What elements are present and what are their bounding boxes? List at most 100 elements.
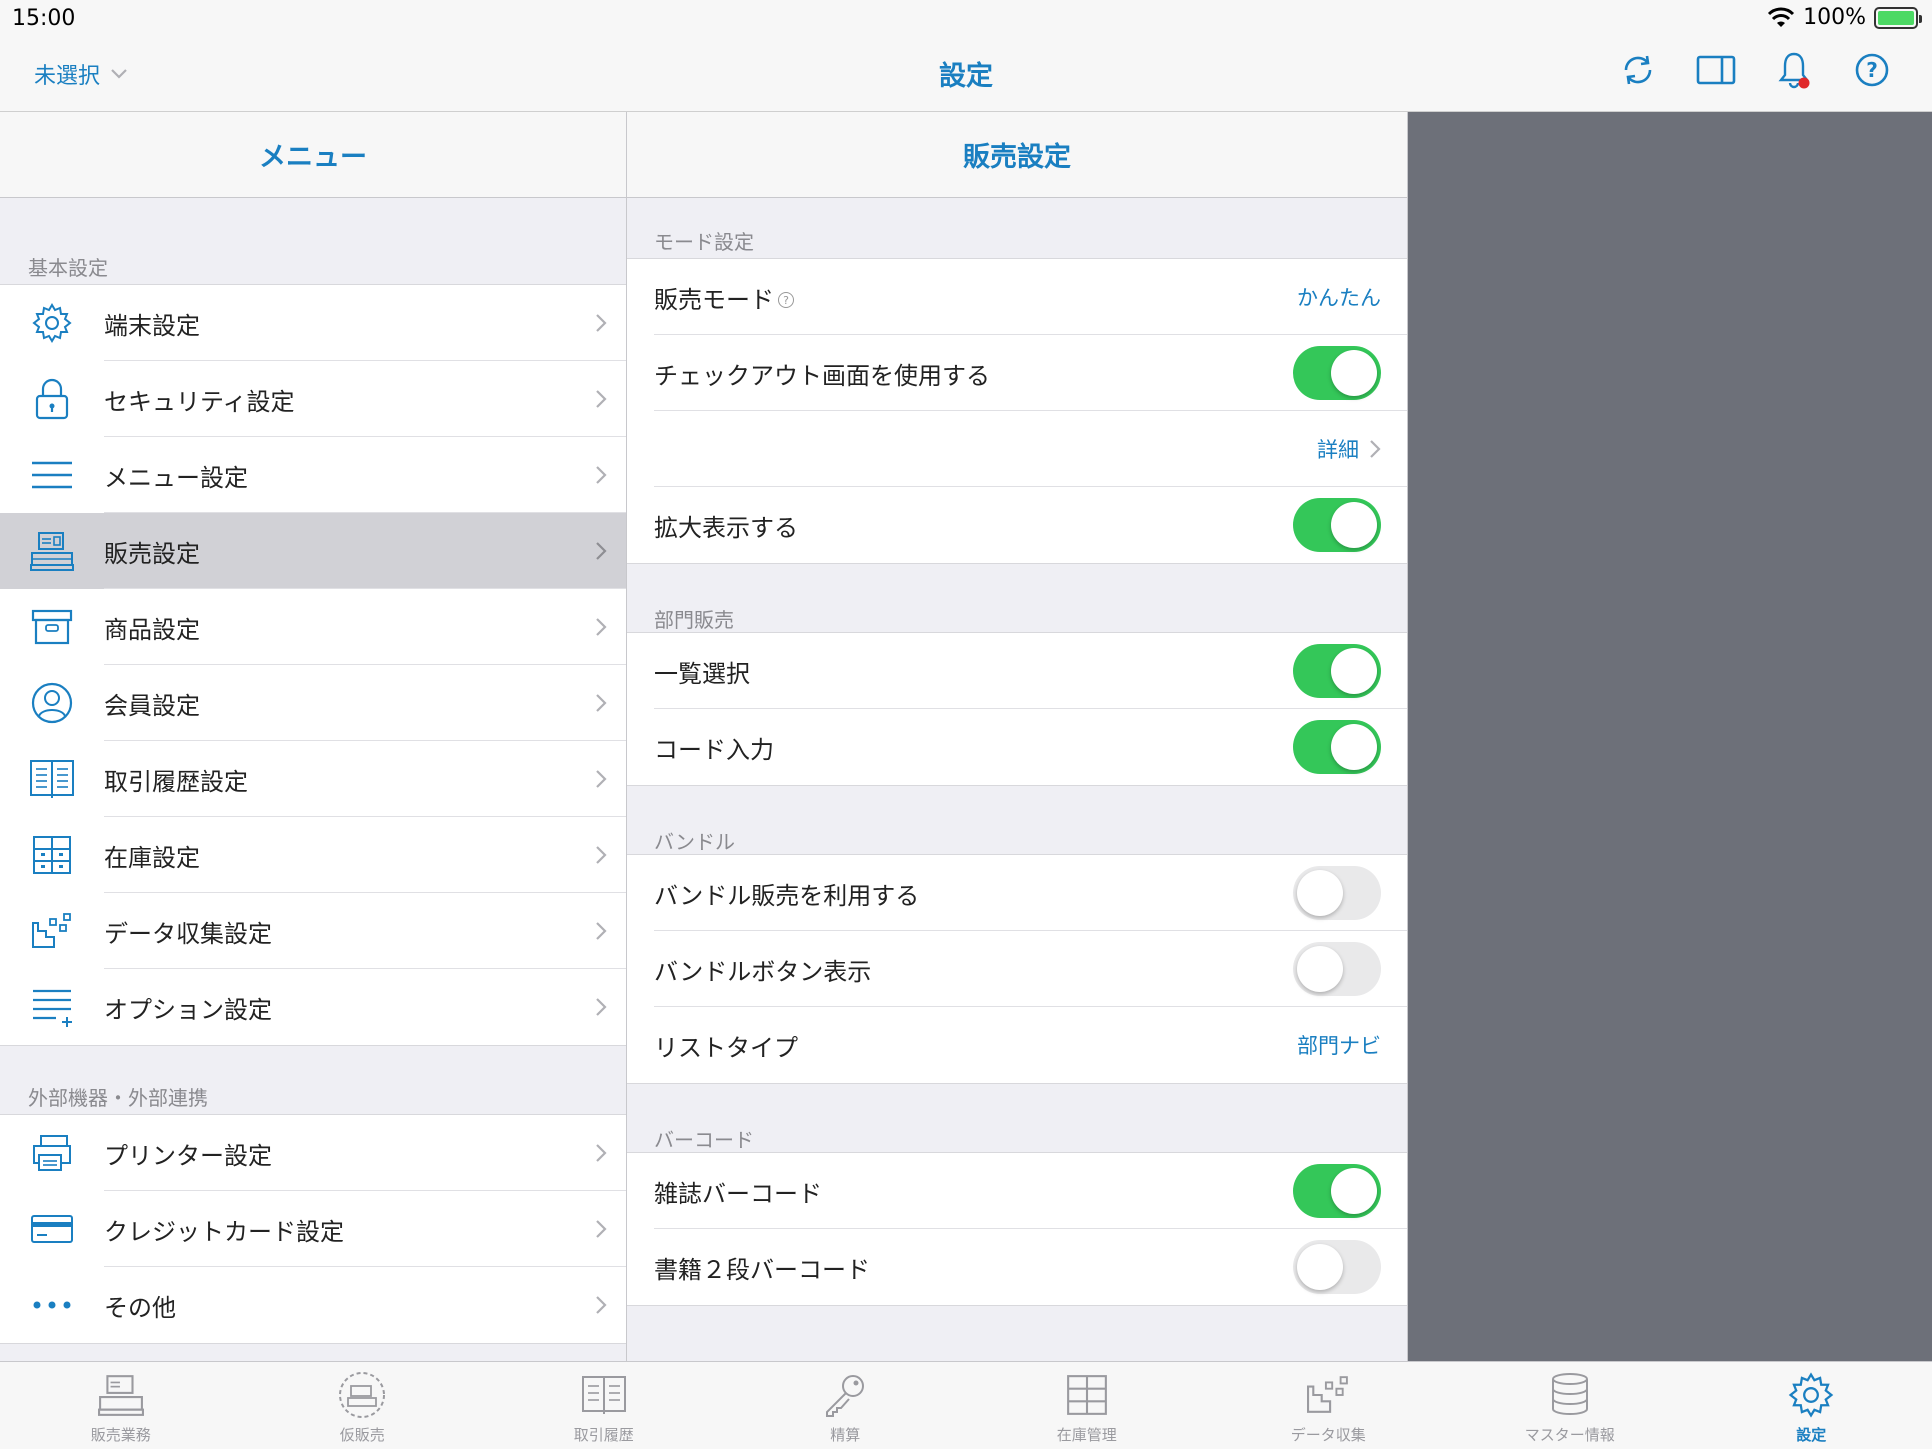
section-label-basic: 基本設定 (28, 256, 108, 280)
detail-pane (1408, 112, 1932, 1361)
menu-item-history[interactable]: 取引履歴設定 (0, 741, 626, 817)
battery-percent: 100% (1803, 5, 1866, 30)
menu-item-terminal[interactable]: 端末設定 (0, 285, 626, 361)
code-input-label: コード入力 (654, 735, 774, 764)
row-bundle-button: バンドルボタン表示 (627, 931, 1407, 1007)
key-tab-icon (826, 1375, 865, 1417)
help-button[interactable]: ? (1852, 50, 1892, 90)
menu-item-label: メニュー設定 (104, 463, 248, 492)
sync-button[interactable] (1618, 50, 1658, 90)
notification-button[interactable] (1774, 50, 1814, 90)
magazine-toggle[interactable] (1293, 1164, 1381, 1218)
credit-card-icon (31, 1215, 73, 1243)
menu-item-product[interactable]: 商品設定 (0, 589, 626, 665)
shelf-icon (33, 836, 71, 874)
chevron-right-icon (596, 542, 607, 560)
bundle-button-toggle[interactable] (1293, 942, 1381, 996)
group-bundle: バンドル販売を利用する バンドルボタン表示 リストタイプ 部門ナビ (627, 854, 1407, 1084)
box-icon (31, 609, 73, 645)
chevron-right-icon (596, 390, 607, 408)
section-label-mode: モード設定 (654, 230, 754, 254)
sales-settings-header: 販売設定 (627, 112, 1407, 198)
list-select-toggle[interactable] (1293, 644, 1381, 698)
gear-tab-icon (1788, 1372, 1834, 1418)
menu-item-label: オプション設定 (104, 995, 272, 1024)
register-icon (30, 532, 74, 571)
chevron-right-icon (596, 1220, 607, 1238)
sales-mode-value[interactable]: かんたん (1297, 282, 1381, 312)
tab-master[interactable]: マスター情報 (1449, 1362, 1691, 1449)
list-type-value[interactable]: 部門ナビ (1297, 1030, 1381, 1060)
help-icon: ? (1855, 53, 1889, 87)
tab-label: マスター情報 (1524, 1426, 1615, 1444)
database-tab-icon (1551, 1373, 1588, 1415)
checkout-toggle[interactable] (1293, 346, 1381, 400)
stock-tab-icon (1066, 1375, 1107, 1415)
menu-item-option[interactable]: オプション設定 (0, 969, 626, 1045)
tab-label: 仮販売 (339, 1426, 385, 1444)
tab-label: 設定 (1796, 1426, 1827, 1444)
menu-item-label: 取引履歴設定 (104, 767, 248, 796)
list-select-label: 一覧選択 (654, 659, 750, 688)
menu-item-label: セキュリティ設定 (104, 387, 295, 416)
chevron-right-icon (596, 998, 607, 1016)
status-time: 15:00 (12, 6, 76, 31)
menu-icon (32, 461, 72, 489)
tab-settings[interactable]: 設定 (1691, 1362, 1932, 1449)
row-sales-mode[interactable]: 販売モード? かんたん (627, 259, 1407, 335)
printer-icon (33, 1135, 71, 1171)
menu-item-menu[interactable]: メニュー設定 (0, 437, 626, 513)
section-label-barcode: バーコード (654, 1128, 754, 1152)
menu-item-label: データ収集設定 (104, 919, 272, 948)
book-label: 書籍２段バーコード (654, 1255, 870, 1284)
menu-item-stock[interactable]: 在庫設定 (0, 817, 626, 893)
row-detail[interactable]: 詳細 (627, 411, 1407, 487)
book-toggle[interactable] (1293, 1240, 1381, 1294)
magazine-label: 雑誌バーコード (654, 1179, 822, 1208)
menu-item-sales[interactable]: 販売設定 (0, 513, 626, 589)
code-input-toggle[interactable] (1293, 720, 1381, 774)
zoom-label: 拡大表示する (654, 513, 798, 542)
chevron-right-icon (596, 694, 607, 712)
row-magazine: 雑誌バーコード (627, 1153, 1407, 1229)
menu-item-security[interactable]: セキュリティ設定 (0, 361, 626, 437)
help-small-icon[interactable]: ? (778, 292, 794, 308)
chevron-down-icon (111, 69, 127, 79)
menu-header: メニュー (0, 112, 626, 198)
history-tab-icon (581, 1376, 626, 1414)
split-view-button[interactable] (1696, 50, 1736, 90)
list-type-label: リストタイプ (654, 1033, 798, 1062)
bell-icon (1778, 52, 1810, 89)
menu-item-data[interactable]: データ収集設定 (0, 893, 626, 969)
menu-item-label: 在庫設定 (104, 843, 200, 872)
tab-label: 精算 (830, 1426, 861, 1444)
tab-stock[interactable]: 在庫管理 (966, 1362, 1208, 1449)
menu-item-label: 商品設定 (104, 615, 200, 644)
sales-mode-label: 販売モード (654, 285, 774, 314)
tab-data[interactable]: データ収集 (1208, 1362, 1450, 1449)
chevron-right-icon (596, 1144, 607, 1162)
menu-item-printer[interactable]: プリンター設定 (0, 1115, 626, 1191)
row-list-type[interactable]: リストタイプ 部門ナビ (627, 1007, 1407, 1083)
tab-sales[interactable]: 販売業務 (0, 1362, 242, 1449)
menu-pane: メニュー 基本設定 端末設定 セキュリティ設定 メニュー設定 販売設定 商品設定… (0, 112, 627, 1361)
row-list-select: 一覧選択 (627, 633, 1407, 709)
menu-item-other[interactable]: その他 (0, 1267, 626, 1343)
row-zoom: 拡大表示する (627, 487, 1407, 563)
data-icon (32, 913, 71, 948)
unselected-dropdown[interactable]: 未選択 (34, 58, 128, 90)
menu-item-credit-card[interactable]: クレジットカード設定 (0, 1191, 626, 1267)
nav-bar: 未選択 設定 ? (0, 36, 1932, 112)
bundle-use-toggle[interactable] (1293, 866, 1381, 920)
chevron-right-icon (596, 618, 607, 636)
tab-temp-sale[interactable]: 仮販売 (242, 1362, 484, 1449)
detail-link[interactable]: 詳細 (1317, 434, 1381, 464)
chevron-right-icon (596, 770, 607, 788)
tab-label: データ収集 (1290, 1426, 1366, 1444)
menu-item-member[interactable]: 会員設定 (0, 665, 626, 741)
zoom-toggle[interactable] (1293, 498, 1381, 552)
sync-icon (1624, 55, 1652, 85)
tab-history[interactable]: 取引履歴 (483, 1362, 725, 1449)
split-view-icon (1696, 55, 1736, 85)
tab-settlement[interactable]: 精算 (725, 1362, 967, 1449)
